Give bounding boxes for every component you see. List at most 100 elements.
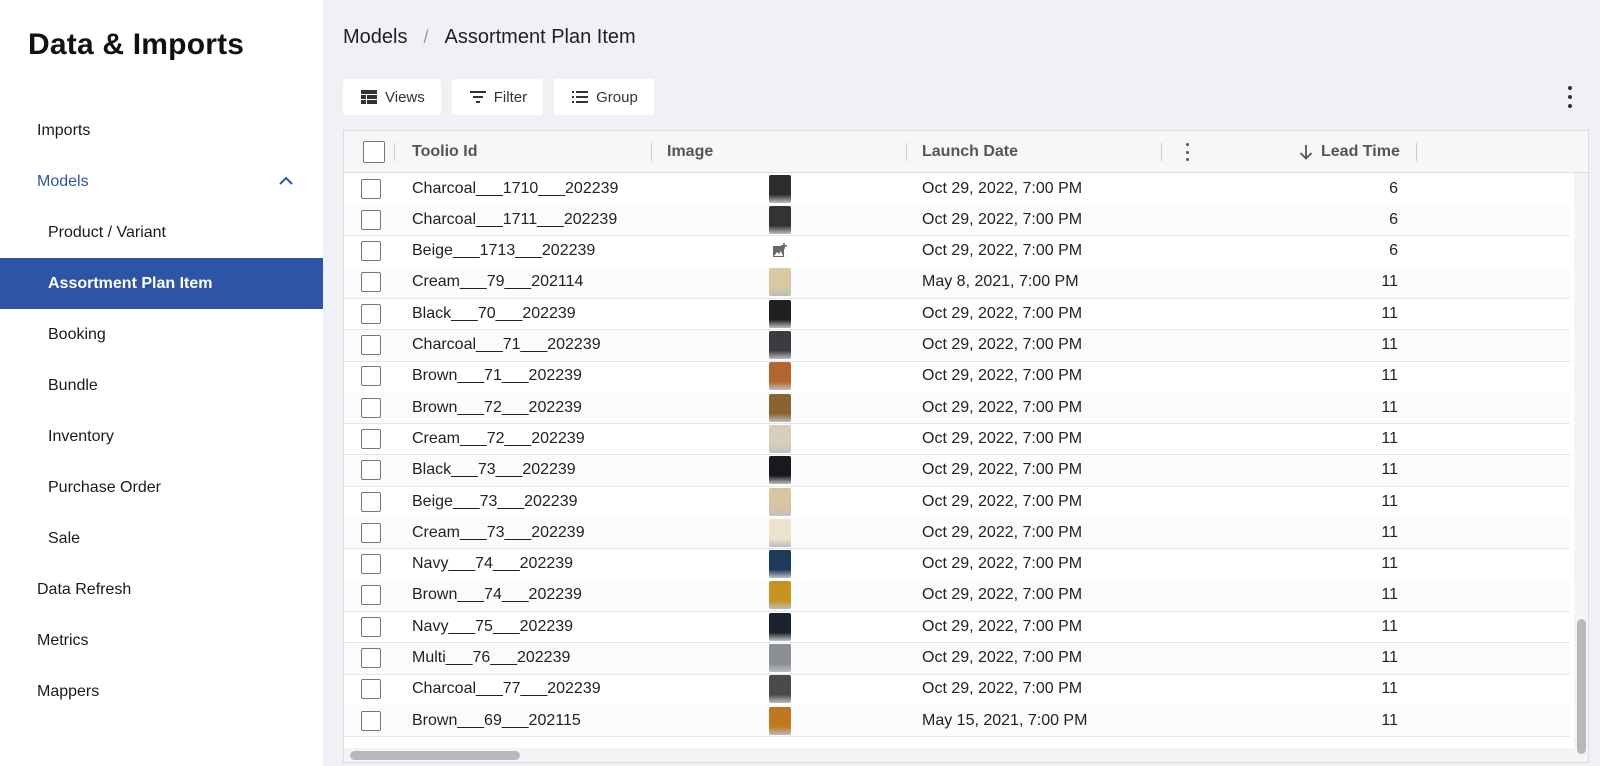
table-row[interactable]: Multi___76___202239 Oct 29, 2022, 7:00 PM… bbox=[344, 642, 1570, 675]
column-separator[interactable] bbox=[1416, 143, 1417, 161]
row-checkbox[interactable] bbox=[361, 397, 381, 418]
chevron-up-icon[interactable] bbox=[277, 172, 295, 190]
row-checkbox[interactable] bbox=[361, 335, 381, 355]
row-checkbox[interactable] bbox=[361, 522, 381, 543]
table-row[interactable]: Beige___73___202239 Oct 29, 2022, 7:00 PM… bbox=[344, 486, 1570, 518]
row-checkbox[interactable] bbox=[361, 303, 381, 324]
breadcrumb-parent[interactable]: Models bbox=[343, 26, 407, 49]
vertical-scrollbar[interactable] bbox=[1574, 173, 1588, 762]
row-checkbox[interactable] bbox=[361, 460, 381, 481]
column-menu-icon[interactable] bbox=[1182, 143, 1192, 161]
table-row[interactable]: Charcoal___71___202239 Oct 29, 2022, 7:00… bbox=[344, 329, 1570, 362]
sidebar-item-models[interactable]: Models bbox=[0, 156, 323, 207]
toolio-id-cell: Beige___1713___202239 bbox=[412, 242, 596, 260]
toolio-id-cell: Brown___69___202115 bbox=[412, 711, 581, 729]
product-thumbnail[interactable] bbox=[769, 644, 791, 672]
row-checkbox[interactable] bbox=[361, 428, 381, 449]
row-select-cell bbox=[361, 643, 381, 674]
row-checkbox[interactable] bbox=[361, 554, 381, 575]
launch-date-cell: Oct 29, 2022, 7:00 PM bbox=[922, 680, 1083, 698]
sidebar-item-metrics[interactable]: Metrics bbox=[0, 615, 323, 666]
vertical-scroll-thumb[interactable] bbox=[1577, 619, 1586, 754]
row-checkbox[interactable] bbox=[361, 272, 381, 293]
table-row[interactable]: Black___73___202239 Oct 29, 2022, 7:00 PM… bbox=[344, 454, 1570, 487]
row-checkbox[interactable] bbox=[361, 679, 381, 700]
lead-time-cell: 11 bbox=[1381, 711, 1398, 729]
product-thumbnail[interactable] bbox=[769, 675, 791, 704]
sidebar-item-booking[interactable]: Booking bbox=[0, 309, 323, 360]
launch-date-cell: Oct 29, 2022, 7:00 PM bbox=[922, 179, 1083, 197]
row-select-cell bbox=[361, 392, 381, 423]
header-launch-date[interactable]: Launch Date bbox=[922, 131, 1018, 173]
table-row[interactable]: Charcoal___1710___202239 Oct 29, 2022, 7:… bbox=[344, 173, 1570, 205]
column-separator[interactable] bbox=[651, 143, 652, 161]
breadcrumb-separator: / bbox=[423, 27, 429, 47]
row-checkbox[interactable] bbox=[361, 585, 381, 606]
header-lead-time[interactable]: Lead Time bbox=[1299, 131, 1400, 173]
table-row[interactable]: Beige___1713___202239 Oct 29, 2022, 7:00 … bbox=[344, 236, 1570, 268]
product-thumbnail[interactable] bbox=[769, 612, 791, 641]
product-thumbnail[interactable] bbox=[769, 205, 791, 234]
row-checkbox[interactable] bbox=[361, 241, 381, 262]
product-thumbnail[interactable] bbox=[769, 456, 791, 485]
table-row[interactable]: Charcoal___1711___202239 Oct 29, 2022, 7:… bbox=[344, 204, 1570, 237]
row-select-cell bbox=[361, 455, 381, 486]
table-row[interactable]: Navy___74___202239 Oct 29, 2022, 7:00 PM 1… bbox=[344, 549, 1570, 581]
product-thumbnail[interactable] bbox=[769, 518, 791, 547]
table-row[interactable]: Brown___69___202115 May 15, 2021, 7:00 PM… bbox=[344, 705, 1570, 738]
sidebar-item-purchase-order[interactable]: Purchase Order bbox=[0, 462, 323, 513]
launch-date-cell: Oct 29, 2022, 7:00 PM bbox=[922, 523, 1083, 541]
row-checkbox[interactable] bbox=[361, 710, 381, 731]
sidebar-item-mappers[interactable]: Mappers bbox=[0, 666, 323, 717]
horizontal-scrollbar[interactable] bbox=[344, 748, 1574, 762]
header-image[interactable]: Image bbox=[667, 131, 713, 173]
toolio-id-cell: Charcoal___77___202239 bbox=[412, 680, 601, 698]
column-separator[interactable] bbox=[906, 143, 907, 161]
sidebar-item-sale[interactable]: Sale bbox=[0, 513, 323, 564]
group-button[interactable]: Group bbox=[554, 79, 654, 115]
row-checkbox[interactable] bbox=[361, 209, 381, 230]
row-checkbox[interactable] bbox=[361, 491, 381, 512]
table-row[interactable]: Navy___75___202239 Oct 29, 2022, 7:00 PM 1… bbox=[344, 611, 1570, 644]
more-options-icon[interactable] bbox=[1562, 83, 1578, 111]
table-row[interactable]: Brown___72___202239 Oct 29, 2022, 7:00 PM… bbox=[344, 392, 1570, 425]
product-thumbnail[interactable] bbox=[769, 706, 791, 735]
product-thumbnail[interactable] bbox=[769, 362, 791, 391]
launch-date-cell: Oct 29, 2022, 7:00 PM bbox=[922, 210, 1083, 228]
views-button[interactable]: Views bbox=[343, 79, 441, 115]
table-row[interactable]: Cream___79___202114 May 8, 2021, 7:00 PM 1… bbox=[344, 266, 1570, 299]
table-row[interactable]: Brown___74___202239 Oct 29, 2022, 7:00 PM… bbox=[344, 579, 1570, 612]
table-row[interactable]: Charcoal___77___202239 Oct 29, 2022, 7:00… bbox=[344, 674, 1570, 706]
column-separator[interactable] bbox=[1161, 143, 1162, 161]
product-thumbnail[interactable] bbox=[769, 299, 791, 328]
sidebar-item-data-refresh[interactable]: Data Refresh bbox=[0, 564, 323, 615]
sidebar-item-product-variant[interactable]: Product / Variant bbox=[0, 207, 323, 258]
row-checkbox[interactable] bbox=[361, 616, 381, 637]
row-checkbox[interactable] bbox=[361, 178, 381, 199]
row-select-cell bbox=[361, 517, 381, 548]
column-separator[interactable] bbox=[394, 143, 395, 161]
row-checkbox[interactable] bbox=[361, 648, 381, 668]
header-toolio-id[interactable]: Toolio Id bbox=[412, 131, 477, 173]
table-row[interactable]: Cream___73___202239 Oct 29, 2022, 7:00 PM… bbox=[344, 517, 1570, 550]
horizontal-scroll-thumb[interactable] bbox=[350, 751, 520, 760]
table-row[interactable]: Brown___71___202239 Oct 29, 2022, 7:00 PM… bbox=[344, 361, 1570, 393]
product-thumbnail[interactable] bbox=[769, 424, 791, 453]
product-thumbnail[interactable] bbox=[769, 268, 791, 297]
sidebar-item-inventory[interactable]: Inventory bbox=[0, 411, 323, 462]
product-thumbnail[interactable] bbox=[769, 331, 791, 359]
filter-button[interactable]: Filter bbox=[451, 79, 544, 115]
sidebar-item-imports[interactable]: Imports bbox=[0, 105, 323, 156]
product-thumbnail[interactable] bbox=[769, 581, 791, 610]
table-row[interactable]: Black___70___202239 Oct 29, 2022, 7:00 PM… bbox=[344, 298, 1570, 331]
product-thumbnail[interactable] bbox=[769, 393, 791, 422]
product-thumbnail[interactable] bbox=[769, 487, 791, 516]
image-cell bbox=[768, 580, 792, 611]
sidebar-item-assortment-plan-item[interactable]: Assortment Plan Item bbox=[0, 258, 323, 309]
select-all-checkbox[interactable] bbox=[363, 141, 385, 163]
product-thumbnail[interactable] bbox=[769, 550, 791, 579]
sidebar-item-bundle[interactable]: Bundle bbox=[0, 360, 323, 411]
table-row[interactable]: Cream___72___202239 Oct 29, 2022, 7:00 PM… bbox=[344, 423, 1570, 456]
product-thumbnail[interactable] bbox=[769, 174, 791, 203]
row-checkbox[interactable] bbox=[361, 366, 381, 387]
